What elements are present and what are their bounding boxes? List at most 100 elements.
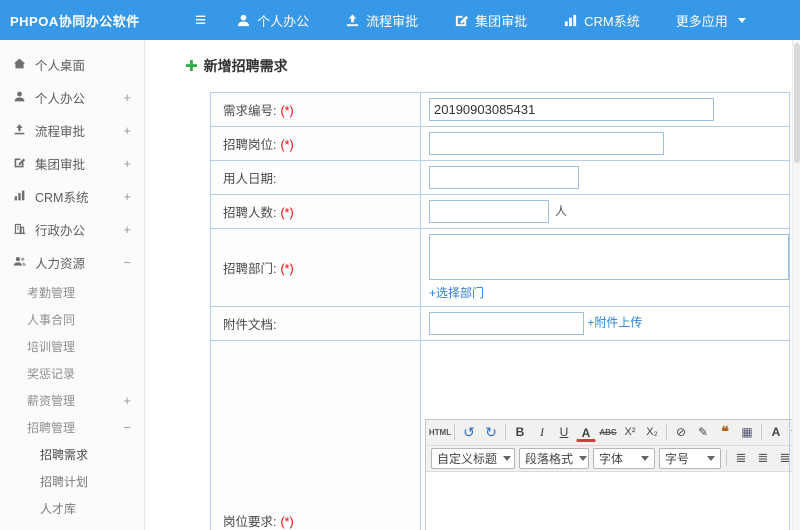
window-scrollbar[interactable] — [792, 40, 800, 530]
menu-toggle-icon[interactable]: ≡ — [195, 11, 206, 30]
label-department: 招聘部门: — [223, 262, 277, 276]
font-family-select-value: 字体 — [599, 451, 624, 466]
paragraph-select-value: 段落格式 — [525, 451, 574, 466]
sidebar-item-label: 考勤管理 — [27, 286, 76, 300]
align-center-button[interactable]: ≣ — [753, 448, 773, 468]
sidebar-item-recruitment[interactable]: 招聘管理 − — [0, 414, 144, 441]
user-icon — [13, 90, 35, 106]
headcount-input[interactable] — [429, 200, 549, 223]
sidebar-item-admin-office[interactable]: 行政办公 + — [0, 213, 144, 246]
font-style-button[interactable]: A — [766, 422, 786, 442]
toolbar-divider — [761, 424, 762, 440]
html-source-button[interactable]: HTML — [429, 422, 451, 442]
building-icon — [13, 222, 35, 238]
expand-icon[interactable]: + — [123, 393, 131, 408]
app-title: PHPOA协同办公软件 — [10, 13, 140, 29]
expand-icon[interactable]: + — [123, 222, 131, 237]
label-job-requirements: 岗位要求: — [223, 515, 277, 529]
people-icon — [13, 255, 35, 271]
required-mark: (*) — [280, 515, 294, 529]
paragraph-format-select[interactable]: 段落格式 — [519, 447, 589, 469]
sidebar-item-recruitment-plan[interactable]: 招聘计划 — [0, 468, 144, 495]
bold-button[interactable]: B — [510, 422, 530, 442]
expand-icon[interactable]: + — [123, 123, 131, 138]
toolbar-divider — [454, 424, 455, 440]
redo-button[interactable]: ↻ — [481, 422, 501, 442]
hr-submenu: 考勤管理 人事合同 培训管理 奖惩记录 薪资管理 + 招聘管理 − 招聘需求 招… — [0, 279, 144, 522]
nav-item-personal-office[interactable]: 个人办公 — [236, 11, 309, 30]
page-title: ✚ 新增招聘需求 — [145, 40, 800, 76]
label-attachment: 附件文档: — [223, 318, 277, 332]
add-icon: ✚ — [185, 57, 198, 75]
align-right-button[interactable]: ≣ — [775, 448, 792, 468]
user-icon — [236, 13, 251, 28]
sidebar-item-hr[interactable]: 人力资源 − — [0, 246, 144, 279]
undo-button[interactable]: ↺ — [459, 422, 479, 442]
sidebar-item-label: 培训管理 — [27, 340, 76, 354]
sidebar-item-salary[interactable]: 薪资管理 + — [0, 387, 144, 414]
sidebar-item-group-approval[interactable]: 集团审批 + — [0, 147, 144, 180]
heading-select[interactable]: 自定义标题 — [431, 447, 515, 469]
collapse-icon[interactable]: − — [123, 255, 131, 270]
sidebar-item-label: 个人办公 — [35, 92, 86, 106]
nav-item-workflow-approval[interactable]: 流程审批 — [345, 11, 418, 30]
sidebar-item-training[interactable]: 培训管理 — [0, 333, 144, 360]
hire-date-input[interactable] — [429, 166, 579, 189]
underline-button[interactable]: U — [554, 422, 574, 442]
align-left-button[interactable]: ≣ — [731, 448, 751, 468]
sidebar-item-rewards[interactable]: 奖惩记录 — [0, 360, 144, 387]
form-row-attachment: 附件文档: +附件上传 — [210, 306, 790, 341]
demand-no-input[interactable] — [429, 98, 714, 121]
expand-icon[interactable]: + — [123, 189, 131, 204]
expand-icon[interactable]: + — [123, 156, 131, 171]
sidebar-item-recruitment-demand[interactable]: 招聘需求 — [0, 441, 144, 468]
sidebar-item-personnel-contract[interactable]: 人事合同 — [0, 306, 144, 333]
subscript-button[interactable]: X₂ — [642, 422, 662, 442]
required-mark: (*) — [280, 104, 294, 118]
bar-chart-icon — [13, 189, 35, 205]
sidebar-item-crm[interactable]: CRM系统 + — [0, 180, 144, 213]
font-size-select[interactable]: 字号 — [659, 447, 721, 469]
superscript-button[interactable]: X² — [620, 422, 640, 442]
font-family-select[interactable]: 字体 — [593, 447, 655, 469]
nav-item-label: 更多应用 — [675, 13, 728, 29]
sidebar-item-personal-desktop[interactable]: 个人桌面 — [0, 48, 144, 81]
select-department-link[interactable]: +选择部门 — [429, 286, 484, 300]
toolbar-divider — [726, 450, 727, 466]
editor-toolbar-row2: 自定义标题 段落格式 字体 字号 ≣ ≣ ≣ ≣ — [426, 445, 792, 472]
scrollbar-thumb[interactable] — [793, 43, 800, 163]
sidebar-item-workflow-approval[interactable]: 流程审批 + — [0, 114, 144, 147]
edit-icon — [13, 156, 35, 172]
sidebar-item-talent-pool[interactable]: 人才库 — [0, 495, 144, 522]
recruitment-submenu: 招聘需求 招聘计划 人才库 — [0, 441, 144, 522]
italic-button[interactable]: I — [532, 422, 552, 442]
nav-item-crm[interactable]: CRM系统 — [563, 11, 640, 30]
expand-icon[interactable]: + — [123, 90, 131, 105]
font-color-button[interactable]: A — [576, 425, 596, 442]
position-input[interactable] — [429, 132, 664, 155]
page-title-text: 新增招聘需求 — [203, 58, 288, 74]
nav-item-group-approval[interactable]: 集团审批 — [454, 11, 527, 30]
remove-format-button[interactable]: ⊘ — [671, 422, 691, 442]
insert-table-button[interactable]: ▦ — [737, 422, 757, 442]
sidebar-item-label: 流程审批 — [35, 125, 86, 139]
format-painter-button[interactable]: ✎ — [693, 422, 713, 442]
font-size-select-value: 字号 — [665, 451, 690, 466]
chevron-down-icon — [641, 455, 649, 461]
upload-attachment-link[interactable]: +附件上传 — [587, 316, 642, 330]
editor-content-area[interactable] — [426, 471, 792, 530]
collapse-icon[interactable]: − — [123, 420, 131, 435]
sidebar-item-attendance[interactable]: 考勤管理 — [0, 279, 144, 306]
department-textarea[interactable] — [429, 234, 789, 280]
attachment-input[interactable] — [429, 312, 584, 335]
sidebar-item-personal-office[interactable]: 个人办公 + — [0, 81, 144, 114]
label-headcount: 招聘人数: — [223, 206, 277, 220]
nav-item-more-apps[interactable]: 更多应用 — [676, 11, 746, 30]
form-row-demand-no: 需求编号: (*) — [210, 92, 790, 127]
blockquote-button[interactable]: ❝ — [715, 422, 735, 442]
required-mark: (*) — [280, 262, 294, 276]
nav-item-label: 个人办公 — [257, 13, 310, 29]
required-mark: (*) — [280, 138, 294, 152]
strikethrough-button[interactable]: ABC — [598, 422, 618, 442]
nav-item-label: CRM系统 — [584, 13, 640, 29]
